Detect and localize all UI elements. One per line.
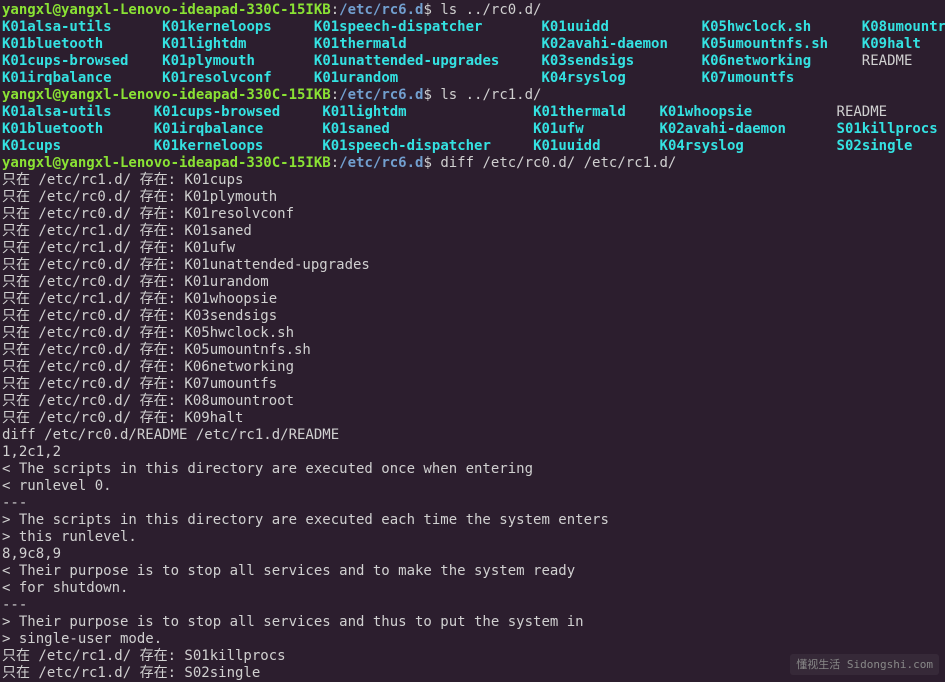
diff-line: --- xyxy=(2,495,943,512)
ls-row: K01cups K01kerneloops K01speech-dispatch… xyxy=(2,138,943,155)
prompt-sep: : xyxy=(331,87,339,103)
prompt-line: yangxl@yangxl-Lenovo-ideapad-330C-15IKB:… xyxy=(2,87,943,104)
file-entry: K09halt xyxy=(862,36,921,52)
prompt-path: /etc/rc6.d xyxy=(339,87,423,103)
diff-line: 只在 /etc/rc1.d/ 存在: K01whoopsie xyxy=(2,291,943,308)
file-entry: K05hwclock.sh xyxy=(702,19,812,35)
file-entry: K01speech-dispatcher xyxy=(322,138,491,154)
file-entry: K01ufw xyxy=(533,121,584,137)
command-input[interactable]: ls ../rc1.d/ xyxy=(440,87,541,103)
diff-line: 只在 /etc/rc0.d/ 存在: K06networking xyxy=(2,359,943,376)
diff-line: 只在 /etc/rc0.d/ 存在: K05umountnfs.sh xyxy=(2,342,943,359)
prompt-sep: : xyxy=(331,155,339,171)
file-entry: K07umountfs xyxy=(702,70,795,86)
file-entry: K01whoopsie xyxy=(660,104,753,120)
file-entry: K04rsyslog xyxy=(660,138,744,154)
file-entry: K06networking xyxy=(702,53,812,69)
prompt-user: yangxl@yangxl-Lenovo-ideapad-330C-15IKB xyxy=(2,87,331,103)
file-entry: K01alsa-utils xyxy=(2,104,112,120)
diff-line: 只在 /etc/rc1.d/ 存在: K01cups xyxy=(2,172,943,189)
prompt-dollar: $ xyxy=(423,2,440,18)
file-entry: S01killprocs xyxy=(837,121,938,137)
file-entry: K05umountnfs.sh xyxy=(702,36,828,52)
diff-line: 只在 /etc/rc0.d/ 存在: K07umountfs xyxy=(2,376,943,393)
diff-line: 只在 /etc/rc1.d/ 存在: K01saned xyxy=(2,223,943,240)
diff-line: > this runlevel. xyxy=(2,529,943,546)
diff-line: --- xyxy=(2,597,943,614)
file-entry: K01irqbalance xyxy=(2,70,112,86)
file-entry: K01lightdm xyxy=(162,36,246,52)
diff-line: 1,2c1,2 xyxy=(2,444,943,461)
ls-row: K01bluetooth K01irqbalance K01saned K01u… xyxy=(2,121,943,138)
diff-line: 只在 /etc/rc0.d/ 存在: K01plymouth xyxy=(2,189,943,206)
prompt-user: yangxl@yangxl-Lenovo-ideapad-330C-15IKB xyxy=(2,2,331,18)
diff-line: < runlevel 0. xyxy=(2,478,943,495)
file-entry: K03sendsigs xyxy=(541,53,634,69)
command-input[interactable]: diff /etc/rc0.d/ /etc/rc1.d/ xyxy=(440,155,676,171)
prompt-path: /etc/rc6.d xyxy=(339,2,423,18)
file-entry: K01cups-browsed xyxy=(2,53,128,69)
file-entry: K01uuidd xyxy=(541,19,608,35)
file-entry: K01unattended-upgrades xyxy=(314,53,499,69)
diff-line: > The scripts in this directory are exec… xyxy=(2,512,943,529)
file-entry: K01thermald xyxy=(314,36,407,52)
file-entry: K02avahi-daemon xyxy=(541,36,667,52)
file-entry: K01lightdm xyxy=(322,104,406,120)
file-entry: K04rsyslog xyxy=(541,70,625,86)
file-entry: README xyxy=(837,104,888,120)
diff-line: 只在 /etc/rc0.d/ 存在: K01urandom xyxy=(2,274,943,291)
diff-line: 只在 /etc/rc1.d/ 存在: K01ufw xyxy=(2,240,943,257)
file-entry: K01plymouth xyxy=(162,53,255,69)
prompt-sep: : xyxy=(331,2,339,18)
file-entry: K08umountroot xyxy=(862,19,945,35)
prompt-line: yangxl@yangxl-Lenovo-ideapad-330C-15IKB:… xyxy=(2,2,943,19)
file-entry: K01speech-dispatcher xyxy=(314,19,483,35)
file-entry: K01uuidd xyxy=(533,138,600,154)
file-entry: K02avahi-daemon xyxy=(660,121,786,137)
diff-line: < for shutdown. xyxy=(2,580,943,597)
diff-line: 只在 /etc/rc0.d/ 存在: K05hwclock.sh xyxy=(2,325,943,342)
ls-row: K01bluetooth K01lightdm K01thermald K02a… xyxy=(2,36,943,53)
file-entry: K01cups xyxy=(2,138,61,154)
prompt-user: yangxl@yangxl-Lenovo-ideapad-330C-15IKB xyxy=(2,155,331,171)
terminal[interactable]: yangxl@yangxl-Lenovo-ideapad-330C-15IKB:… xyxy=(2,2,943,682)
diff-line: 只在 /etc/rc0.d/ 存在: K08umountroot xyxy=(2,393,943,410)
diff-line: 只在 /etc/rc0.d/ 存在: K01unattended-upgrade… xyxy=(2,257,943,274)
file-entry: K01saned xyxy=(322,121,389,137)
prompt-line: yangxl@yangxl-Lenovo-ideapad-330C-15IKB:… xyxy=(2,155,943,172)
file-entry: K01bluetooth xyxy=(2,36,103,52)
prompt-dollar: $ xyxy=(423,155,440,171)
prompt-dollar: $ xyxy=(423,87,440,103)
file-entry: K01thermald xyxy=(533,104,626,120)
file-entry: K01cups-browsed xyxy=(154,104,280,120)
diff-line: 只在 /etc/rc0.d/ 存在: K09halt xyxy=(2,410,943,427)
file-entry: K01bluetooth xyxy=(2,121,103,137)
file-entry: K01irqbalance xyxy=(154,121,264,137)
file-entry: K01urandom xyxy=(314,70,398,86)
diff-line: > Their purpose is to stop all services … xyxy=(2,614,943,631)
file-entry: K01resolvconf xyxy=(162,70,272,86)
command-input[interactable]: ls ../rc0.d/ xyxy=(440,2,541,18)
file-entry: K01kerneloops xyxy=(162,19,272,35)
diff-line: > single-user mode. xyxy=(2,631,943,648)
ls-row: K01alsa-utils K01cups-browsed K01lightdm… xyxy=(2,104,943,121)
prompt-path: /etc/rc6.d xyxy=(339,155,423,171)
file-entry: S02single xyxy=(837,138,913,154)
ls-row: K01alsa-utils K01kerneloops K01speech-di… xyxy=(2,19,943,36)
file-entry: K01kerneloops xyxy=(154,138,264,154)
diff-line: 8,9c8,9 xyxy=(2,546,943,563)
diff-line: < The scripts in this directory are exec… xyxy=(2,461,943,478)
diff-line: 只在 /etc/rc0.d/ 存在: K03sendsigs xyxy=(2,308,943,325)
diff-line: < Their purpose is to stop all services … xyxy=(2,563,943,580)
watermark: 懂视生活 Sidongshi.com xyxy=(790,654,939,675)
diff-line: 只在 /etc/rc0.d/ 存在: K01resolvconf xyxy=(2,206,943,223)
file-entry: K01alsa-utils xyxy=(2,19,112,35)
diff-line: diff /etc/rc0.d/README /etc/rc1.d/README xyxy=(2,427,943,444)
file-entry: README xyxy=(862,53,913,69)
ls-row: K01irqbalance K01resolvconf K01urandom K… xyxy=(2,70,943,87)
ls-row: K01cups-browsed K01plymouth K01unattende… xyxy=(2,53,943,70)
